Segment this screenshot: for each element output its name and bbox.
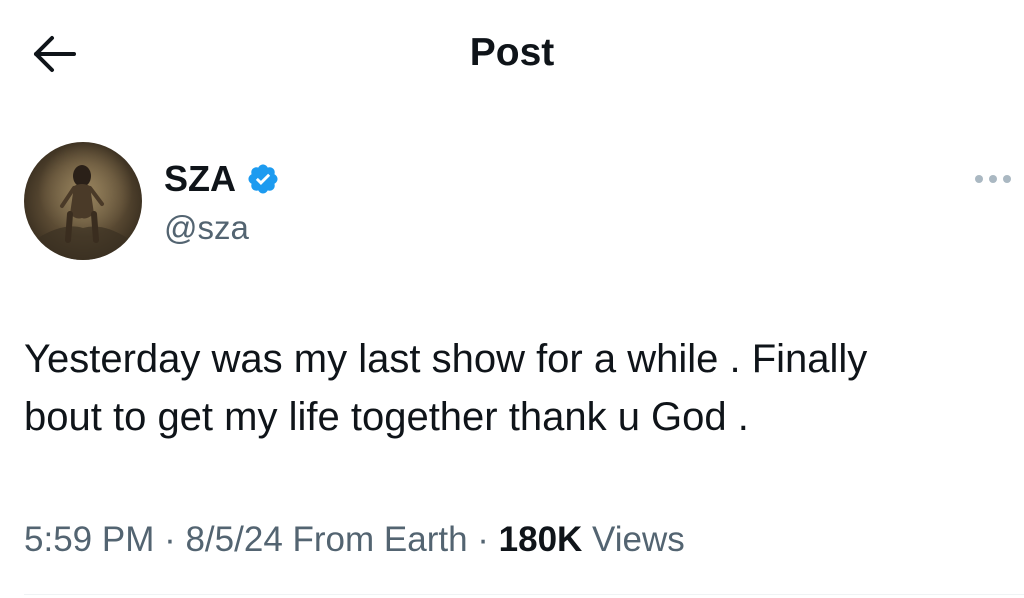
post-time[interactable]: 5:59 PM — [24, 520, 154, 559]
avatar[interactable] — [24, 142, 142, 260]
author-name-row: SZA — [164, 157, 280, 201]
author-display-name[interactable]: SZA — [164, 157, 236, 201]
post-date[interactable]: 8/5/24 — [185, 520, 282, 559]
avatar-photo — [24, 142, 142, 260]
post-text: Yesterday was my last show for a while .… — [24, 337, 868, 439]
meta-separator: · — [154, 520, 186, 559]
meta-separator: · — [467, 520, 499, 559]
verified-badge-icon — [248, 164, 278, 194]
page-title: Post — [469, 31, 555, 74]
post-meta: 5:59 PM · 8/5/24 From Earth · 180K Views — [24, 518, 685, 562]
divider — [24, 594, 1024, 595]
views-count[interactable]: 180K — [499, 520, 583, 559]
author-handle[interactable]: @sza — [164, 208, 249, 248]
post-source: From Earth — [282, 520, 468, 559]
more-horizontal-icon — [975, 175, 1011, 183]
views-label: Views — [582, 520, 685, 559]
more-options-button[interactable] — [968, 162, 1018, 196]
